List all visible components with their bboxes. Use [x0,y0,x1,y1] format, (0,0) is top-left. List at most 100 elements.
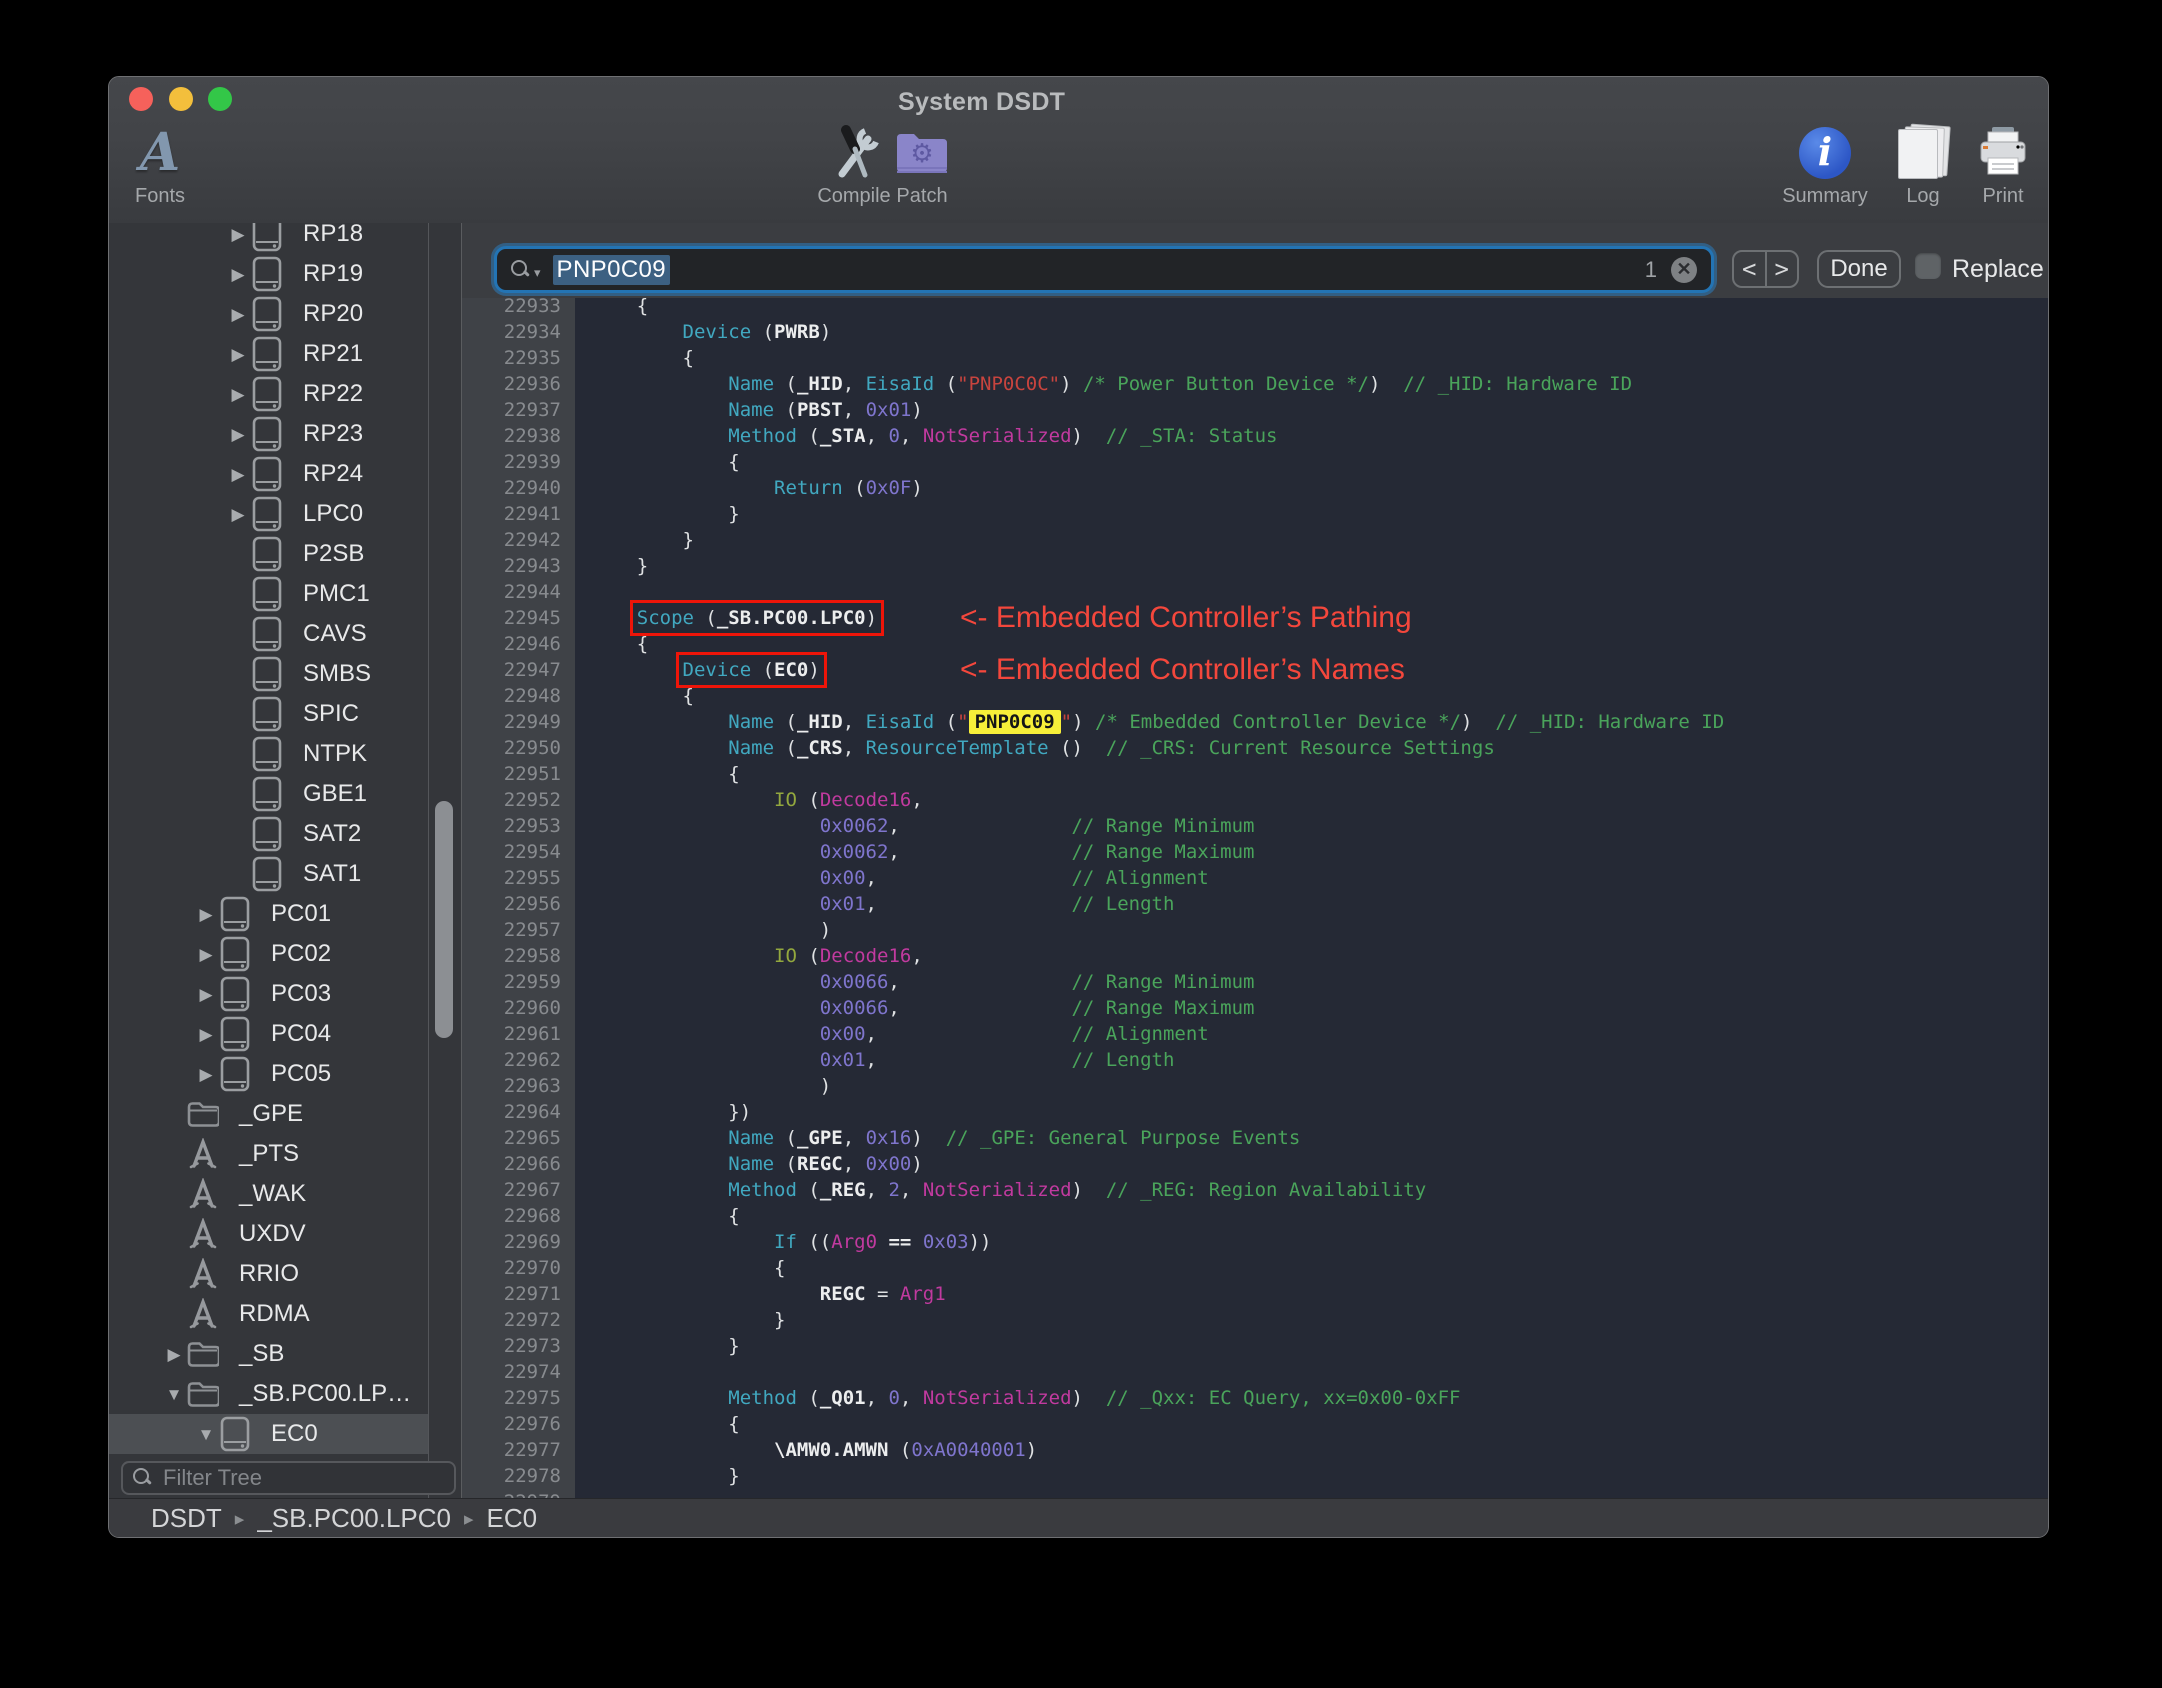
fonts-button[interactable]: A Fonts [120,123,200,223]
breadcrumb-ec0[interactable]: EC0 [487,1503,538,1534]
tree-item-smbs[interactable]: SMBS [109,654,428,694]
disclosure-collapsed-icon[interactable]: ▶ [225,506,251,523]
replace-checkbox[interactable] [1915,253,1941,279]
device-icon [252,376,282,412]
device-icon [252,776,282,812]
device-icon [252,223,282,252]
tree-item--wak[interactable]: _WAK [109,1174,428,1214]
code-line: 22937 Name (PBST, 0x01) [462,397,2048,423]
tree-item-uxdv[interactable]: UXDV [109,1214,428,1254]
log-button[interactable]: Log [1883,123,1963,223]
minimize-button[interactable] [169,87,193,111]
tree-item-ec0[interactable]: ▼ EC0 [109,1414,428,1454]
device-icon [252,496,282,532]
tree-item--gpe[interactable]: _GPE [109,1094,428,1134]
tree-item-spic[interactable]: SPIC [109,694,428,734]
code-line: 22971 REGC = Arg1 [462,1281,2048,1307]
previous-match-button[interactable]: < [1734,252,1767,286]
code-line: 22942 } [462,527,2048,553]
tree-item-gbe1[interactable]: GBE1 [109,774,428,814]
next-match-button[interactable]: > [1767,252,1798,286]
tree-item-pc04[interactable]: ▶ PC04 [109,1014,428,1054]
line-number: 22974 [462,1359,575,1385]
breadcrumb-scope[interactable]: _SB.PC00.LPC0 [257,1503,451,1534]
tree-item-rp20[interactable]: ▶ RP20 [109,294,428,334]
method-icon [189,1298,217,1329]
tree-item-pc03[interactable]: ▶ PC03 [109,974,428,1014]
find-input[interactable]: ▾ PNP0C09 1 ✕ [494,246,1714,293]
tree-item--sb[interactable]: ▶ _SB [109,1334,428,1374]
clear-search-button[interactable]: ✕ [1671,256,1697,283]
code-line: 22961 0x00, // Alignment [462,1021,2048,1047]
code-line: 22939 { [462,449,2048,475]
tree-item--sb-pc00-lp-[interactable]: ▼ _SB.PC00.LP… [109,1374,428,1414]
sidebar-scrollbar[interactable] [435,801,453,1038]
disclosure-expanded-icon[interactable]: ▼ [193,1426,219,1443]
tree-item-rp22[interactable]: ▶ RP22 [109,374,428,414]
disclosure-collapsed-icon[interactable]: ▶ [225,306,251,323]
disclosure-collapsed-icon[interactable]: ▶ [193,1026,219,1043]
code-line: 22978 } [462,1463,2048,1489]
line-number: 22967 [462,1177,575,1203]
disclosure-expanded-icon[interactable]: ▼ [161,1386,187,1403]
tree-item-label: _WAK [239,1180,307,1207]
disclosure-collapsed-icon[interactable]: ▶ [161,1346,187,1363]
tree-item-rp24[interactable]: ▶ RP24 [109,454,428,494]
tree-item-pc01[interactable]: ▶ PC01 [109,894,428,934]
code-line: 22973 } [462,1333,2048,1359]
tree-item-pmc1[interactable]: PMC1 [109,574,428,614]
disclosure-collapsed-icon[interactable]: ▶ [225,386,251,403]
code-editor[interactable]: 22933 {22934 Device (PWRB) 22935 {22936 N… [462,298,2048,1499]
tree-item-label: RP24 [303,460,364,487]
code-line: 22956 0x01, // Length [462,891,2048,917]
line-number: 22963 [462,1073,575,1099]
tree-item-p2sb[interactable]: P2SB [109,534,428,574]
disclosure-collapsed-icon[interactable]: ▶ [225,266,251,283]
tree-item-pc02[interactable]: ▶ PC02 [109,934,428,974]
tree-item-ntpk[interactable]: NTPK [109,734,428,774]
print-button[interactable]: Print [1963,123,2043,223]
disclosure-collapsed-icon[interactable]: ▶ [193,946,219,963]
disclosure-collapsed-icon[interactable]: ▶ [193,1066,219,1083]
line-number: 22936 [462,371,575,397]
tree-item-rp21[interactable]: ▶ RP21 [109,334,428,374]
tree-item-lpc0[interactable]: ▶ LPC0 [109,494,428,534]
code-line: 22936 Name (_HID, EisaId ("PNP0C0C") /* … [462,371,2048,397]
disclosure-collapsed-icon[interactable]: ▶ [225,226,251,243]
tree-item-pc05[interactable]: ▶ PC05 [109,1054,428,1094]
tree-item-rp19[interactable]: ▶ RP19 [109,254,428,294]
dsdt-tree: ▶ RP18 ▶ RP19 ▶ RP20 ▶ RP21 ▶ RP22 ▶ RP23 ▶ RP24 ▶ LPC0… [109,223,428,1454]
chevron-down-icon[interactable]: ▾ [534,265,541,281]
breadcrumb-dsdt[interactable]: DSDT [151,1503,222,1534]
folder-icon [187,1382,219,1407]
tree-item-label: UXDV [239,1220,306,1247]
disclosure-collapsed-icon[interactable]: ▶ [225,466,251,483]
disclosure-collapsed-icon[interactable]: ▶ [193,906,219,923]
disclosure-collapsed-icon[interactable]: ▶ [225,346,251,363]
line-number: 22940 [462,475,575,501]
tree-item-label: RRIO [239,1260,299,1287]
summary-button[interactable]: i Summary [1780,123,1870,223]
close-button[interactable] [129,87,153,111]
tree-item-rrio[interactable]: RRIO [109,1254,428,1294]
disclosure-collapsed-icon[interactable]: ▶ [225,426,251,443]
zoom-button[interactable] [208,87,232,111]
tree-item-rp18[interactable]: ▶ RP18 [109,223,428,254]
tree-item-cavs[interactable]: CAVS [109,614,428,654]
tree-item-sat1[interactable]: SAT1 [109,854,428,894]
line-number: 22972 [462,1307,575,1333]
device-icon [220,1416,250,1452]
tree-item--pts[interactable]: _PTS [109,1134,428,1174]
scrollbar-track-line [428,223,429,1499]
title-bar[interactable]: System DSDT [109,77,2048,123]
line-number: 22959 [462,969,575,995]
filter-tree-input[interactable]: Filter Tree [121,1461,456,1495]
patch-button[interactable]: ⚙ Patch [882,123,962,223]
breadcrumb: DSDT ▸ _SB.PC00.LPC0 ▸ EC0 [109,1498,2048,1537]
tree-item-sat2[interactable]: SAT2 [109,814,428,854]
disclosure-collapsed-icon[interactable]: ▶ [193,986,219,1003]
done-button[interactable]: Done [1817,250,1901,288]
line-number: 22975 [462,1385,575,1411]
tree-item-rp23[interactable]: ▶ RP23 [109,414,428,454]
tree-item-rdma[interactable]: RDMA [109,1294,428,1334]
